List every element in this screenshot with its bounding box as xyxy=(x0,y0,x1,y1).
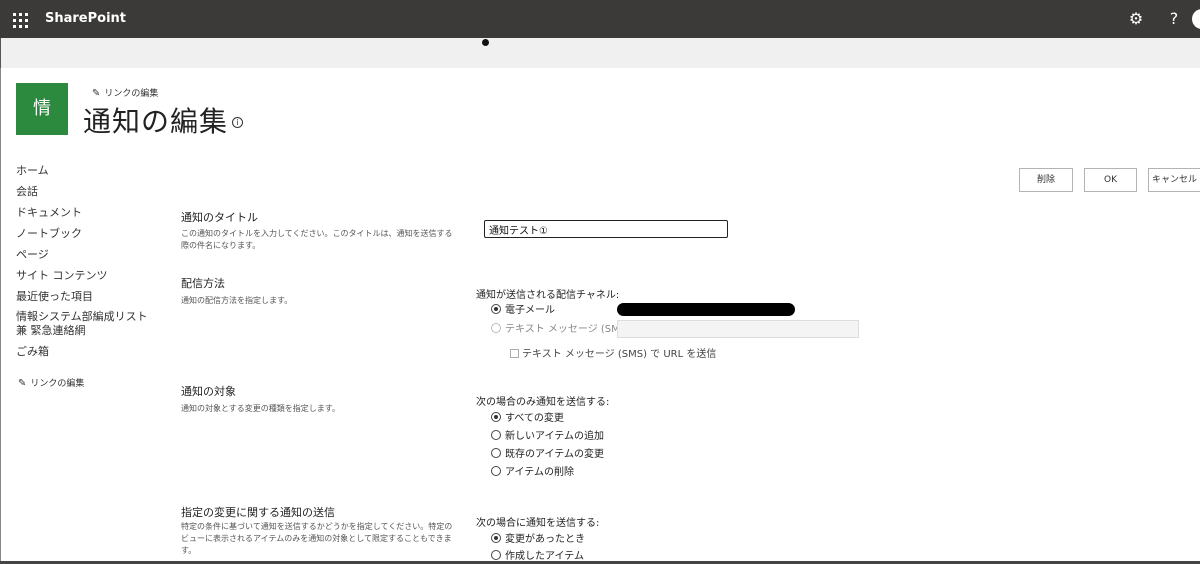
nav-item-site-contents[interactable]: サイト コンテンツ xyxy=(16,265,156,286)
radio-email[interactable]: 電子メール xyxy=(491,304,555,318)
edit-links-label: リンクの編集 xyxy=(104,89,159,99)
radio-label: すべての変更 xyxy=(505,413,564,424)
nav-item-home[interactable]: ホーム xyxy=(16,160,156,181)
ribbon-bar xyxy=(0,38,1200,68)
waffle-icon[interactable] xyxy=(8,7,32,31)
radio-button[interactable] xyxy=(491,533,501,543)
section-desc-alert-title: この通知のタイトルを入力してください。このタイトルは、通知を送信する際の件名にな… xyxy=(181,229,453,250)
radio-modified-items[interactable]: 既存のアイテムの変更 xyxy=(491,448,604,462)
edit-links-nav[interactable]: ✎ リンクの編集 xyxy=(18,376,84,389)
radio-button[interactable] xyxy=(491,323,501,333)
nav-item-conversations[interactable]: 会話 xyxy=(16,181,156,202)
radio-button[interactable] xyxy=(491,430,501,440)
edit-links-label: リンクの編集 xyxy=(30,379,85,389)
delete-button[interactable]: 削除 xyxy=(1019,168,1073,192)
alert-title-input[interactable] xyxy=(484,220,728,238)
radio-button[interactable] xyxy=(491,466,501,476)
frame-border xyxy=(0,68,1,564)
radio-new-items[interactable]: 新しいアイテムの追加 xyxy=(491,430,604,444)
radio-button[interactable] xyxy=(491,448,501,458)
nav-item-notebook[interactable]: ノートブック xyxy=(16,223,156,244)
filter-label: 次の場合に通知を送信する: xyxy=(476,518,600,529)
nav-item-recycle-bin[interactable]: ごみ箱 xyxy=(16,341,156,362)
delivery-channel-label: 通知が送信される配信チャネル: xyxy=(476,290,620,301)
nav-item-pages[interactable]: ページ xyxy=(16,244,156,265)
nav-item-contact-list[interactable]: 情報システム部編成リスト 兼 緊急連絡網 xyxy=(16,307,156,341)
section-title-alert-title: 通知のタイトル xyxy=(181,211,258,224)
pencil-icon: ✎ xyxy=(92,88,101,99)
pencil-icon: ✎ xyxy=(18,378,27,389)
cursor-dot xyxy=(482,39,489,46)
section-title-change-type: 通知の対象 xyxy=(181,385,236,398)
radio-any-change[interactable]: 変更があったとき xyxy=(491,533,585,547)
radio-label: 変更があったとき xyxy=(505,534,585,545)
section-desc-filter: 特定の条件に基づいて通知を送信するかどうかを指定してください。特定のビューに表示… xyxy=(181,522,453,555)
gear-icon[interactable]: ⚙ xyxy=(1126,9,1146,29)
nav-item-documents[interactable]: ドキュメント xyxy=(16,202,156,223)
left-nav: ホーム 会話 ドキュメント ノートブック ページ サイト コンテンツ 最近使った… xyxy=(16,160,156,362)
ok-button[interactable]: OK xyxy=(1084,168,1137,192)
radio-sms[interactable]: テキスト メッセージ (SMS) xyxy=(491,323,630,337)
checkbox[interactable] xyxy=(510,349,519,358)
change-type-label: 次の場合のみ通知を送信する: xyxy=(476,397,610,408)
section-desc-change-type: 通知の対象とする変更の種類を指定します。 xyxy=(181,404,340,413)
section-title-filter: 指定の変更に関する通知の送信 xyxy=(181,506,335,519)
redacted-email xyxy=(617,303,795,316)
radio-label: 既存のアイテムの変更 xyxy=(505,449,604,460)
radio-button[interactable] xyxy=(491,412,501,422)
sms-url-checkbox[interactable]: テキスト メッセージ (SMS) で URL を送信 xyxy=(510,345,716,360)
radio-label: 新しいアイテムの追加 xyxy=(505,431,604,442)
edit-links-header[interactable]: ✎ リンクの編集 xyxy=(92,86,158,99)
radio-label: テキスト メッセージ (SMS) xyxy=(505,324,630,335)
radio-label: アイテムの削除 xyxy=(505,467,574,478)
section-desc-delivery: 通知の配信方法を指定します。 xyxy=(181,296,293,305)
site-logo[interactable]: 情 xyxy=(16,83,68,135)
cancel-button[interactable]: キャンセル xyxy=(1148,168,1200,192)
suite-bar: SharePoint ⚙ ? xyxy=(0,0,1200,38)
radio-label: 電子メール xyxy=(505,305,555,316)
radio-button[interactable] xyxy=(491,550,501,560)
page-title: 通知の編集 xyxy=(83,105,229,138)
app-name[interactable]: SharePoint xyxy=(45,11,126,26)
section-title-delivery: 配信方法 xyxy=(181,277,225,290)
nav-item-recent[interactable]: 最近使った項目 xyxy=(16,286,156,307)
sms-number-input[interactable] xyxy=(617,320,859,338)
avatar[interactable] xyxy=(1192,9,1200,29)
help-icon[interactable]: ? xyxy=(1164,9,1184,29)
radio-deleted-items[interactable]: アイテムの削除 xyxy=(491,466,574,480)
radio-button[interactable] xyxy=(491,304,501,314)
radio-all-changes[interactable]: すべての変更 xyxy=(491,412,564,426)
info-icon[interactable]: i xyxy=(232,117,243,128)
checkbox-label: テキスト メッセージ (SMS) で URL を送信 xyxy=(522,349,717,360)
